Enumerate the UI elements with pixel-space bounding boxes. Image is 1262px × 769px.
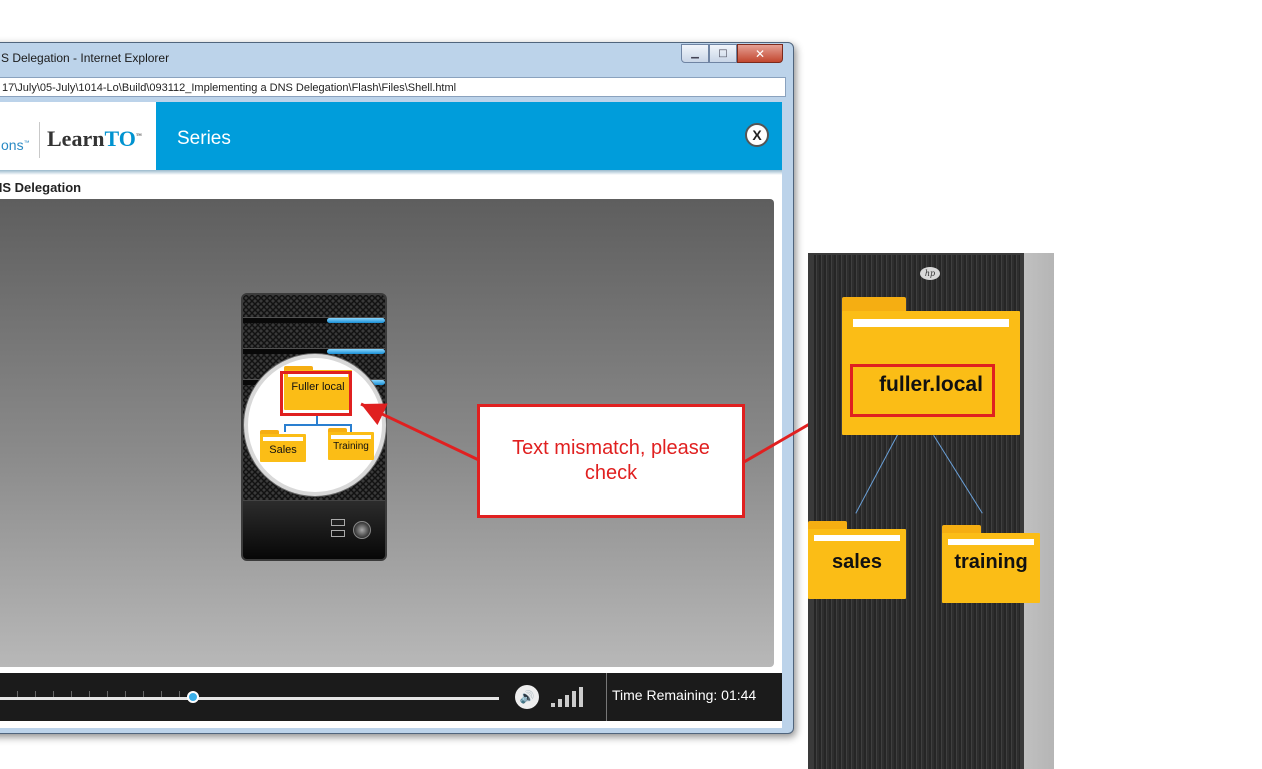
reference-server-rack: hp fuller.local sales training	[808, 253, 1054, 769]
course-header: ons™ LearnTO™ Series X	[0, 102, 782, 170]
control-bar: 🔊 Time Remaining: 01:44	[0, 673, 782, 721]
power-button-icon	[353, 521, 371, 539]
window-title: S Delegation - Internet Explorer	[1, 51, 170, 65]
drive-led	[327, 318, 385, 323]
folder-icon: training	[942, 525, 1040, 603]
address-bar[interactable]: 17\July\05-July\1014-Lo\Build\093112_Imp…	[0, 77, 786, 97]
hp-logo-icon: hp	[920, 267, 940, 280]
tower-base	[243, 500, 385, 559]
series-label: Series	[177, 128, 231, 149]
tree-connector	[284, 424, 352, 426]
folder-icon: Sales	[260, 430, 306, 462]
maximize-icon[interactable]: □	[709, 44, 737, 63]
folder-icon: sales	[808, 521, 906, 599]
header-shadow	[0, 170, 782, 175]
annotation-callout: Text mismatch, please check	[477, 404, 745, 518]
logo-partial-text: ons™	[1, 137, 30, 153]
window-controls: ▁ □ ✕	[681, 44, 783, 63]
magnifier-circle: Fuller local Sales Training	[244, 354, 386, 496]
lesson-title: NS Delegation	[0, 180, 82, 195]
ie-window: S Delegation - Internet Explorer ▁ □ ✕ 1…	[0, 42, 794, 734]
speaker-icon[interactable]: 🔊	[515, 685, 539, 709]
reference-child-folder-label: training	[954, 551, 1028, 573]
mismatch-highlight	[280, 371, 352, 416]
brand-logo: ons™ LearnTO™	[0, 102, 156, 170]
folder-icon: Training	[328, 428, 374, 460]
progress-knob[interactable]	[187, 691, 199, 703]
child-folder-label: Sales	[269, 444, 297, 456]
usb-port-icon	[331, 530, 345, 537]
close-icon[interactable]: ✕	[737, 44, 783, 63]
control-separator	[606, 673, 607, 721]
drive-led	[327, 349, 385, 354]
mismatch-highlight	[850, 364, 995, 417]
learnto-logo: LearnTO™	[47, 126, 142, 151]
volume-level[interactable]	[551, 685, 593, 707]
reference-child-folder-label: sales	[831, 551, 883, 573]
logo-divider	[39, 122, 40, 158]
usb-port-icon	[331, 519, 345, 526]
time-remaining: Time Remaining: 01:44	[612, 687, 757, 703]
player-controls: 🔊 Time Remaining: 01:44	[0, 669, 782, 726]
progress-track[interactable]	[0, 697, 499, 700]
minimize-icon[interactable]: ▁	[681, 44, 709, 63]
close-course-button[interactable]: X	[745, 123, 769, 147]
child-folder-label: Training	[333, 441, 369, 452]
